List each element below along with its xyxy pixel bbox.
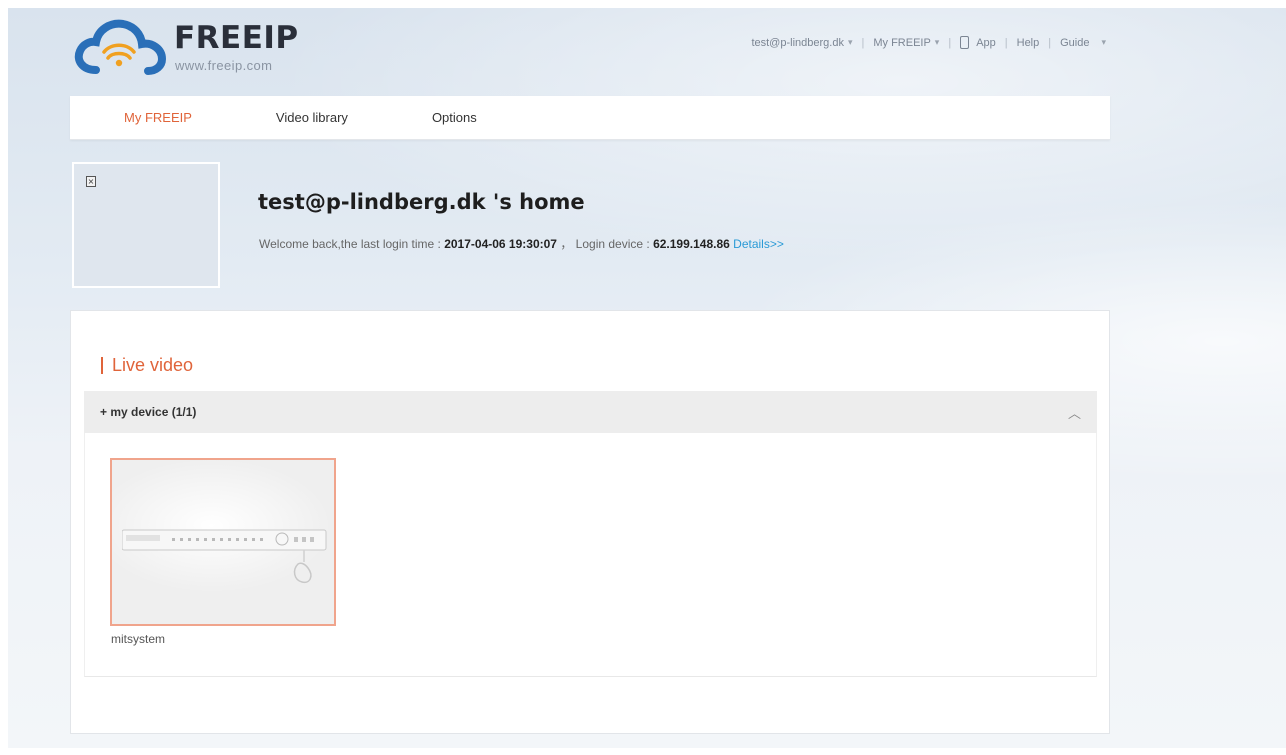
chevron-down-icon: ▾: [1101, 37, 1106, 47]
broken-image-icon: ×: [86, 176, 96, 187]
live-video-panel: Live video + my device (1/1) ︿ mitsystem: [70, 310, 1110, 734]
brand-url: www.freeip.com: [175, 58, 273, 73]
section-title-label: Live video: [112, 355, 194, 375]
device-name[interactable]: mitsystem: [111, 632, 165, 646]
chevron-down-icon: ▾: [934, 37, 940, 47]
device-group-body: mitsystem: [84, 433, 1097, 677]
tab-video-library[interactable]: Video library: [276, 110, 348, 125]
last-login-info: Welcome back,the last login time : 2017-…: [259, 235, 784, 252]
help-link[interactable]: Help: [1017, 37, 1040, 49]
device-card[interactable]: [110, 458, 336, 626]
device-group-label: + my device (1/1): [100, 405, 197, 419]
last-login-time: 2017-04-06 19:30:07: [444, 237, 557, 251]
divider: |: [1004, 36, 1008, 49]
tab-my-freeip[interactable]: My FREEIP: [124, 110, 192, 125]
device-group-header[interactable]: + my device (1/1) ︿: [84, 391, 1097, 433]
chevron-up-icon[interactable]: ︿: [1068, 403, 1081, 422]
divider: |: [1048, 36, 1052, 49]
dvr-device-icon: [122, 529, 327, 584]
separator: ，: [560, 237, 573, 251]
top-navigation: test@p-lindberg.dk ▾ | My FREEIP ▾ | App…: [751, 36, 1106, 49]
section-title: Live video: [101, 355, 193, 376]
login-device-ip: 62.199.148.86: [653, 237, 730, 251]
section-marker: [101, 357, 103, 374]
main-navbar: My FREEIP Video library Options: [70, 96, 1110, 140]
welcome-text: Welcome back,the last login time :: [259, 237, 441, 251]
tab-options[interactable]: Options: [432, 110, 477, 125]
divider: |: [861, 36, 865, 49]
my-freeip-menu[interactable]: My FREEIP ▾: [873, 37, 939, 49]
guide-label: Guide: [1060, 36, 1090, 49]
cloud-wifi-icon: [74, 19, 167, 75]
freeip-logo[interactable]: FREEIP www.freeip.com: [74, 18, 334, 78]
my-freeip-label: My FREEIP: [873, 36, 931, 49]
help-label: Help: [1016, 36, 1040, 49]
account-email: test@p-lindberg.dk: [751, 36, 844, 49]
login-device-label: Login device :: [575, 237, 650, 251]
chevron-down-icon: ▾: [847, 37, 853, 47]
phone-icon: [960, 36, 970, 49]
divider: |: [948, 36, 952, 49]
app-label: App: [976, 36, 996, 49]
app-link[interactable]: App: [960, 36, 996, 49]
avatar[interactable]: ×: [72, 162, 220, 288]
account-menu[interactable]: test@p-lindberg.dk ▾: [751, 37, 852, 49]
guide-menu[interactable]: Guide ▾: [1060, 37, 1106, 49]
brand-title: FREEIP: [174, 20, 299, 56]
details-link[interactable]: Details>>: [733, 237, 784, 251]
page-title: test@p-lindberg.dk 's home: [258, 190, 585, 214]
